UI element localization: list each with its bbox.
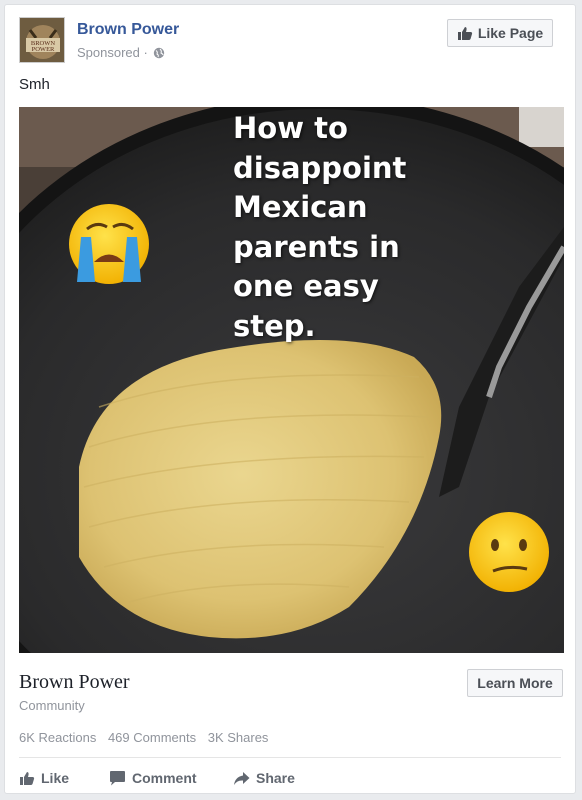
share-button[interactable]: Share [233,763,295,793]
thumbs-up-icon [457,27,472,40]
sponsored-label: Sponsored · [77,45,165,60]
comments-count[interactable]: 469 Comments [108,730,196,745]
like-label: Like [41,770,70,786]
post-caption: Smh [19,76,50,93]
sponsored-text: Sponsored · [77,45,148,60]
crying-emoji-icon [69,204,149,284]
like-page-button[interactable]: Like Page [447,19,553,47]
comment-icon [110,771,125,786]
image-headline: How to disappoint Mexican parents in one… [233,111,407,343]
like-page-label: Like Page [477,25,544,41]
thumbs-up-icon [20,772,35,785]
globe-icon [154,47,165,59]
like-button[interactable]: Like [19,763,69,793]
link-subtitle: Community [19,698,85,713]
reactions-count[interactable]: 6K Reactions [19,730,96,745]
share-label: Share [256,770,295,786]
post-actions: Like Comment Share [19,763,539,793]
shares-count[interactable]: 3K Shares [208,730,269,745]
page-avatar[interactable]: BROWN POWER [19,17,65,63]
comment-label: Comment [132,770,197,786]
brown-power-logo: BROWN POWER [20,18,64,62]
learn-more-button[interactable]: Learn More [467,669,563,697]
sponsored-post-card: BROWN POWER Brown Power Sponsored · Like… [4,4,576,794]
comment-button[interactable]: Comment [109,763,197,793]
link-title[interactable]: Brown Power [19,671,130,694]
svg-text:POWER: POWER [32,46,55,53]
share-icon [234,772,250,785]
confused-emoji-icon [469,512,549,592]
post-image[interactable]: How to disappoint Mexican parents in one… [19,107,564,653]
actions-divider [19,757,561,758]
page-name-link[interactable]: Brown Power [77,21,179,39]
post-stats: 6K Reactions 469 Comments 3K Shares [19,730,276,745]
